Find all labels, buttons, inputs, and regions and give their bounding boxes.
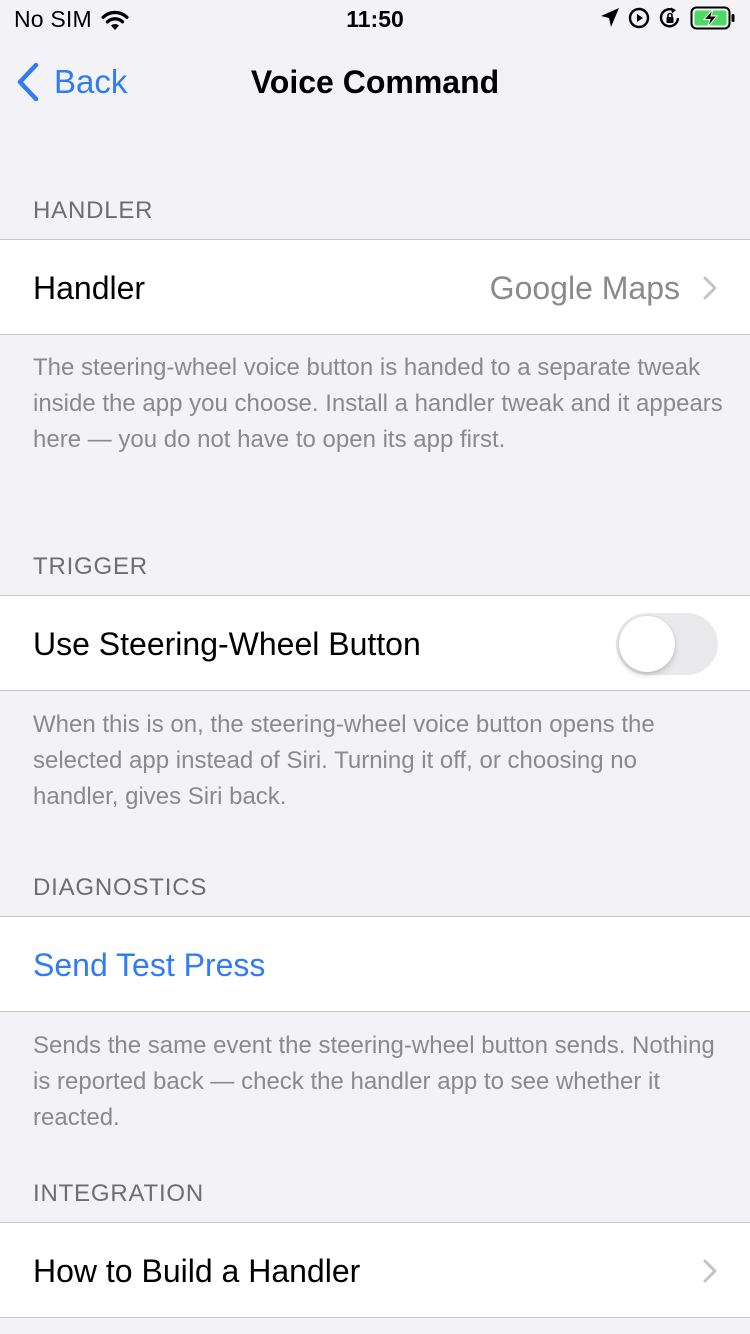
play-circle-icon xyxy=(628,7,650,29)
use-steering-wheel-button-row: Use Steering-Wheel Button xyxy=(0,595,750,691)
orientation-lock-icon xyxy=(658,7,682,29)
status-right xyxy=(600,6,736,30)
section-header-trigger: TRIGGER xyxy=(33,553,148,580)
section-footer-diagnostics: Sends the same event the steering-wheel … xyxy=(33,1032,715,1131)
handler-row-label: Handler xyxy=(33,270,146,306)
location-arrow-icon xyxy=(600,7,620,29)
chevron-right-icon xyxy=(703,276,717,300)
section-footer-trigger: When this is on, the steering-wheel voic… xyxy=(33,711,655,810)
handler-row[interactable]: Handler Google Maps xyxy=(0,239,750,335)
battery-charging-icon xyxy=(690,6,736,30)
send-test-press-button[interactable]: Send Test Press xyxy=(33,947,265,984)
how-to-build-handler-row[interactable]: How to Build a Handler xyxy=(0,1222,750,1318)
chevron-right-icon xyxy=(703,1259,717,1283)
section-header-diagnostics: DIAGNOSTICS xyxy=(33,874,208,901)
steering-wheel-button-toggle[interactable] xyxy=(616,613,718,675)
status-bar: No SIM 11:50 xyxy=(0,0,750,40)
how-to-build-handler-label: How to Build a Handler xyxy=(33,1253,361,1289)
section-header-integration: INTEGRATION xyxy=(33,1180,205,1207)
section-header-handler: HANDLER xyxy=(33,197,154,224)
handler-row-value: Google Maps xyxy=(489,270,680,306)
toggle-knob xyxy=(619,616,675,672)
send-test-press-row[interactable]: Send Test Press xyxy=(0,916,750,1012)
navigation-bar: Back Voice Command xyxy=(0,44,750,124)
page-title: Voice Command xyxy=(250,64,500,100)
section-footer-handler: The steering-wheel voice button is hande… xyxy=(33,354,723,453)
use-steering-wheel-button-label: Use Steering-Wheel Button xyxy=(33,626,421,662)
